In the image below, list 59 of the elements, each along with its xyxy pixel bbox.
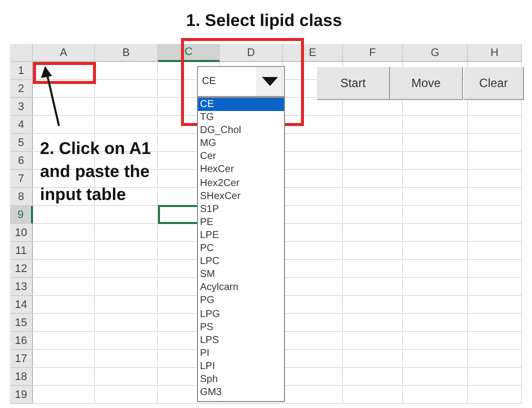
row-header[interactable]: 5 — [10, 134, 33, 152]
row-header[interactable]: 18 — [10, 368, 33, 386]
column-header[interactable]: B — [95, 44, 158, 62]
column-header[interactable]: A — [33, 44, 95, 62]
row-header[interactable]: 4 — [10, 116, 33, 134]
row-header[interactable]: 15 — [10, 314, 33, 332]
dropdown-option[interactable]: LPI — [198, 360, 284, 373]
dropdown-option[interactable]: LPE — [198, 228, 284, 242]
column-header[interactable]: F — [343, 44, 403, 62]
dropdown-option[interactable]: GM3 — [198, 386, 284, 400]
action-button[interactable]: Start — [317, 67, 390, 100]
row-header[interactable]: 16 — [10, 332, 33, 350]
dropdown-option[interactable]: LPS — [198, 334, 284, 347]
row-header[interactable]: 11 — [10, 242, 33, 260]
dropdown-option[interactable]: SM — [198, 268, 284, 282]
column-header[interactable]: C — [158, 44, 220, 62]
row-header[interactable]: 8 — [10, 188, 33, 206]
dropdown-option[interactable]: Cer — [198, 150, 284, 164]
dropdown-option[interactable]: PS — [198, 320, 284, 334]
dropdown-option[interactable]: PG — [198, 294, 284, 308]
row-header[interactable]: 9 — [10, 206, 33, 224]
lipid-class-dropdown[interactable]: CE — [197, 66, 285, 97]
action-button[interactable]: Clear — [464, 67, 524, 100]
dropdown-option[interactable]: S1P — [198, 202, 284, 216]
column-header[interactable]: G — [403, 44, 468, 62]
dropdown-option[interactable]: MG — [198, 137, 284, 150]
dropdown-option[interactable]: Sph — [198, 372, 284, 386]
caret-icon — [262, 77, 278, 86]
column-header[interactable]: D — [220, 44, 283, 62]
dropdown-option[interactable]: Acylcarn — [198, 281, 284, 294]
column-header[interactable]: E — [283, 44, 343, 62]
row-header[interactable]: 1 — [10, 62, 33, 80]
dropdown-option[interactable]: PE — [198, 216, 284, 229]
row-header[interactable]: 3 — [10, 98, 33, 116]
dropdown-option[interactable]: PI — [198, 346, 284, 360]
step-title: 1. Select lipid class — [186, 11, 342, 31]
column-header[interactable]: H — [468, 44, 522, 62]
dropdown-option[interactable]: LPG — [198, 308, 284, 321]
row-header[interactable]: 12 — [10, 260, 33, 278]
dropdown-option[interactable]: HexCer — [198, 163, 284, 177]
dropdown-option[interactable]: SHexCer — [198, 190, 284, 203]
row-header[interactable]: 19 — [10, 386, 33, 404]
row-header[interactable]: 7 — [10, 170, 33, 188]
dropdown-option[interactable]: CE — [198, 98, 284, 112]
row-header[interactable]: 2 — [10, 80, 33, 98]
highlight-frame — [33, 62, 96, 84]
instruction-text: 2. Click on A1 and paste the input table — [40, 138, 152, 206]
dropdown-option[interactable]: TG — [198, 111, 284, 124]
dropdown-option[interactable]: PC — [198, 242, 284, 256]
row-header[interactable]: 14 — [10, 296, 33, 314]
arrow-icon — [40, 66, 62, 128]
row-header[interactable]: 17 — [10, 350, 33, 368]
action-button[interactable]: Move — [390, 67, 463, 100]
row-header[interactable]: 10 — [10, 224, 33, 242]
dropdown-option[interactable]: DG_Chol — [198, 124, 284, 138]
dropdown-option[interactable]: Hex2Cer — [198, 176, 284, 190]
dropdown-option[interactable]: LPC — [198, 255, 284, 268]
row-header[interactable]: 13 — [10, 278, 33, 296]
row-header[interactable]: 6 — [10, 152, 33, 170]
